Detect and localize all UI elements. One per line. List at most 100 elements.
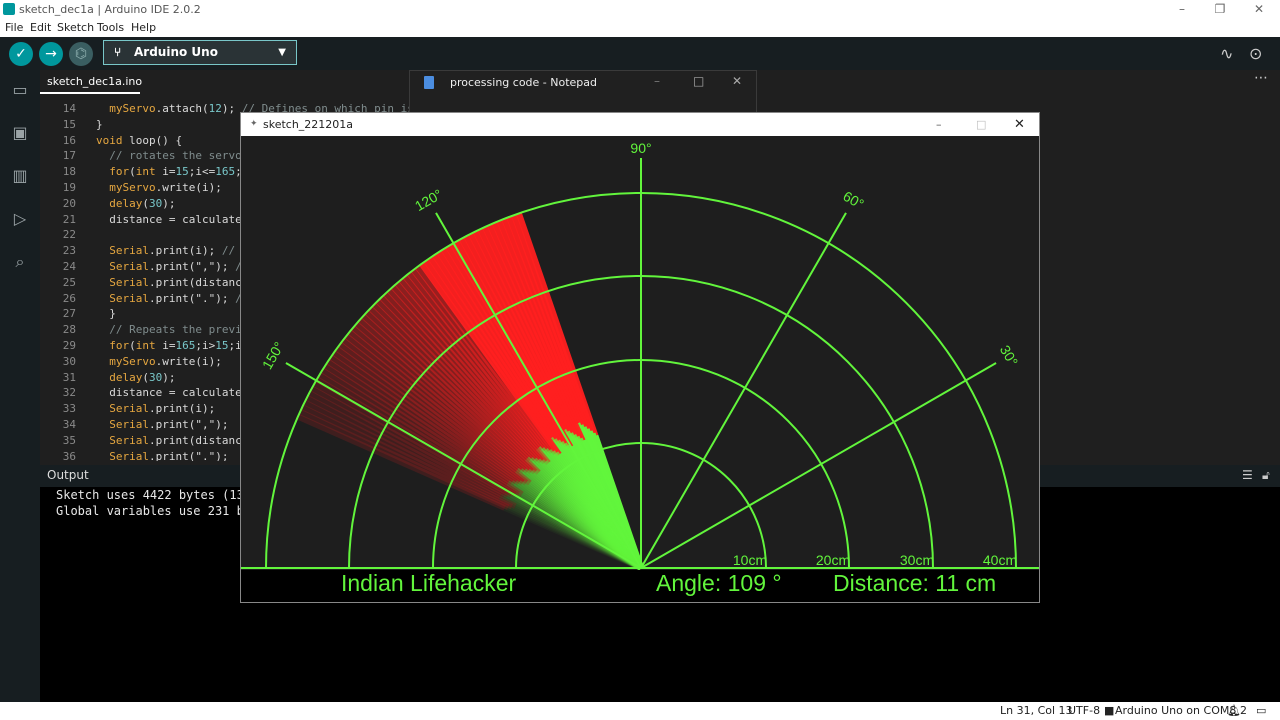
range-label: 20cm	[816, 552, 850, 568]
status-bar: Ln 31, Col 13 UTF-8 ■ Arduino Uno on COM…	[0, 702, 1280, 720]
line-number: 16	[62, 133, 76, 147]
code-line: Serial.print(i);	[109, 402, 216, 416]
maximize-icon[interactable]: ❐	[1210, 0, 1230, 19]
folder-icon[interactable]: ▭	[9, 79, 31, 101]
processing-icon: ✦	[250, 119, 258, 129]
line-number: 23	[62, 244, 76, 258]
library-icon[interactable]: ▥	[9, 165, 31, 187]
check-icon: ✓	[15, 46, 27, 62]
line-number: 27	[62, 307, 76, 321]
angle-label: 120°	[412, 186, 445, 214]
code-line: Serial.print(distance	[109, 275, 249, 289]
line-number: 14	[62, 102, 76, 115]
menu-bar: File Edit Sketch Tools Help	[0, 19, 1280, 37]
menu-help[interactable]: Help	[131, 19, 156, 37]
line-number: 18	[62, 165, 76, 179]
footer-distance: Distance: 11 cm	[833, 570, 996, 596]
angle-label: 150°	[259, 339, 287, 372]
board-status-icon: ■	[1104, 704, 1115, 717]
notepad-window[interactable]: processing code - Notepad – □ ✕	[409, 70, 757, 115]
output-line: Sketch uses 4422 bytes (13%)	[56, 488, 259, 502]
verify-button[interactable]: ✓	[9, 42, 33, 66]
debug-icon: ⌬	[74, 46, 88, 62]
encoding[interactable]: UTF-8	[1068, 702, 1100, 720]
line-number: 32	[62, 386, 76, 400]
menu-tools[interactable]: Tools	[97, 19, 124, 37]
line-number: 29	[62, 339, 76, 352]
line-number: 35	[62, 433, 76, 447]
maximize-icon[interactable]: □	[693, 74, 704, 88]
line-number: 22	[62, 228, 76, 242]
angle-line	[640, 212, 847, 569]
upload-button[interactable]: →	[39, 42, 63, 66]
line-number: 34	[62, 418, 76, 431]
maximize-icon[interactable]: □	[976, 113, 986, 136]
serial-monitor-icon[interactable]: ⊙	[1249, 44, 1262, 63]
output-line: Global variables use 231 byte	[56, 504, 266, 518]
debug-icon[interactable]: ▷	[9, 208, 31, 230]
code-line: distance = calculate	[96, 386, 242, 400]
angle-label: 60°	[840, 188, 866, 212]
line-number: 36	[62, 449, 76, 461]
line-number: 33	[62, 402, 76, 416]
plotter-icon[interactable]: ∿	[1220, 44, 1233, 63]
panel-toggle-icon[interactable]: ▭	[1256, 702, 1266, 720]
notepad-icon	[424, 76, 434, 89]
arrow-right-icon: →	[45, 46, 57, 62]
code-line: delay(30);	[109, 370, 176, 384]
code-line: for(int i=15;i<=165;i	[109, 165, 248, 179]
menu-file[interactable]: File	[5, 19, 23, 37]
radar-window[interactable]: ✦ sketch_221201a – □ ✕ 30° 60° 90° 120° 150°…	[240, 112, 1040, 603]
more-icon[interactable]: ⋯	[1254, 70, 1268, 86]
notepad-title: processing code - Notepad	[450, 76, 598, 89]
radar-canvas: 30° 60° 90° 120° 150° 10cm 20cm 30cm 40cm Indian …	[241, 140, 1039, 602]
menu-sketch[interactable]: Sketch	[57, 19, 94, 37]
window-titlebar: sketch_dec1a | Arduino IDE 2.0.2 – ❐ ✕	[0, 0, 1280, 19]
usb-icon: ⑂	[114, 45, 122, 59]
menu-edit[interactable]: Edit	[30, 19, 51, 37]
lock-icon[interactable]: 🔓︎	[1262, 465, 1270, 485]
line-number: 20	[62, 196, 76, 210]
search-icon[interactable]: ⌕	[9, 251, 31, 273]
minimize-icon[interactable]: –	[936, 113, 942, 136]
code-line: for(int i=165;i>15;i	[109, 339, 242, 352]
close-icon[interactable]: ✕	[1014, 113, 1025, 136]
board-icon[interactable]: ▣	[9, 122, 31, 144]
code-line: delay(30);	[109, 196, 176, 210]
code-line: // rotates the servo	[96, 149, 242, 163]
cursor-position[interactable]: Ln 31, Col 13	[1000, 702, 1073, 720]
code-line: distance = calculate	[96, 212, 242, 226]
range-label: 40cm	[983, 552, 1017, 568]
clear-output-icon[interactable]: ☰	[1242, 465, 1253, 485]
line-number: 24	[62, 260, 76, 273]
radar-title: sketch_221201a	[263, 118, 354, 131]
board-selector[interactable]: ⑂ Arduino Uno ▼	[103, 40, 297, 65]
notification-count: 2	[1240, 704, 1247, 717]
line-number: 21	[62, 212, 76, 226]
line-number: 26	[62, 291, 76, 305]
range-label: 10cm	[733, 552, 767, 568]
code-line: // Repeats the previo	[96, 323, 249, 337]
angle-line	[640, 362, 997, 569]
close-icon[interactable]: ✕	[732, 74, 742, 88]
line-number: 30	[62, 354, 76, 368]
line-number: 31	[62, 370, 76, 384]
board-label: Arduino Uno	[134, 45, 218, 59]
code-line: Serial.print("."); //	[109, 291, 248, 305]
angle-label: 30°	[997, 342, 1021, 368]
code-line: void loop() {	[96, 133, 183, 147]
notification-icon[interactable]: 🔔︎	[1227, 702, 1241, 720]
line-number: 15	[62, 117, 76, 131]
code-line: Serial.print(",");	[109, 418, 229, 431]
code-line: Serial.print(distance	[109, 433, 249, 447]
debug-button[interactable]: ⌬	[69, 42, 93, 66]
footer-brand: Indian Lifehacker	[341, 570, 517, 596]
code-line: Serial.print(","); //	[109, 260, 248, 273]
minimize-icon[interactable]: –	[1172, 0, 1192, 19]
minimize-icon[interactable]: –	[654, 74, 660, 88]
tab-sketch[interactable]: sketch_dec1a.ino	[40, 70, 142, 94]
arduino-app-icon	[3, 3, 15, 15]
toolbar: ✓ → ⌬ ⑂ Arduino Uno ▼ ∿ ⊙	[0, 37, 1280, 70]
board-status[interactable]: Arduino Uno on COM8	[1115, 702, 1236, 720]
close-icon[interactable]: ✕	[1249, 0, 1269, 19]
